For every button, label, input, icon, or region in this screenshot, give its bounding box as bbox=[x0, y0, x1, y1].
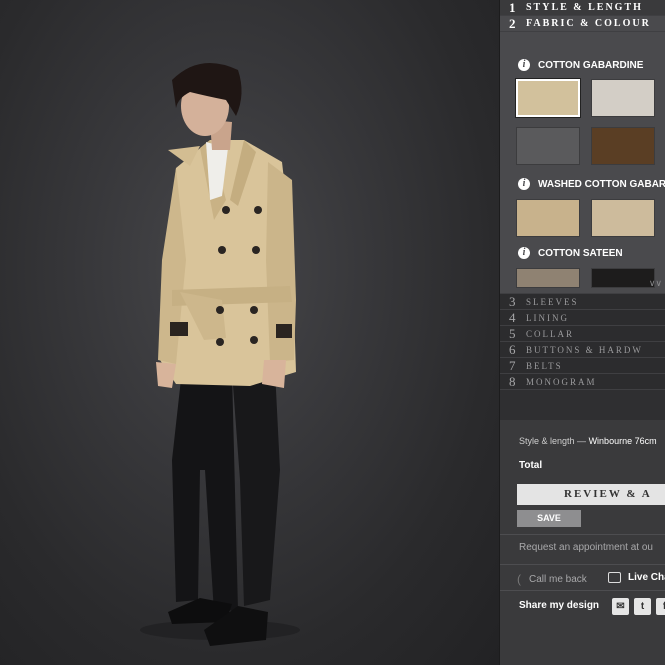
live-chat-link[interactable]: Live Cha bbox=[608, 572, 665, 583]
fabric-swatch[interactable] bbox=[591, 268, 655, 288]
scroll-down-icon[interactable]: ∨∨ bbox=[649, 278, 662, 289]
phone-icon: ( bbox=[517, 572, 521, 586]
fabric-group-name: COTTON SATEEN bbox=[538, 247, 623, 259]
step-number: 8 bbox=[509, 373, 516, 389]
chat-bubble-icon bbox=[608, 572, 621, 583]
fabric-swatch[interactable] bbox=[516, 127, 580, 165]
step-fabric-colour[interactable]: 2 Fabric & Colour bbox=[500, 16, 665, 32]
twitter-icon[interactable]: t bbox=[634, 598, 651, 615]
step-number: 4 bbox=[509, 309, 516, 325]
fabric-swatch[interactable] bbox=[591, 199, 655, 237]
step-label: Buttons & Hardw bbox=[526, 344, 643, 355]
step-number: 2 bbox=[509, 15, 516, 31]
step-lining[interactable]: 4 Lining bbox=[500, 310, 665, 326]
fabric-group-heading: i WASHED COTTON GABARDI bbox=[518, 178, 665, 190]
email-icon[interactable]: ✉ bbox=[612, 598, 629, 615]
step-style-length[interactable]: 1 Style & Length bbox=[500, 0, 665, 16]
fabric-swatch[interactable] bbox=[516, 79, 580, 117]
step-label: Sleeves bbox=[526, 296, 579, 307]
fabric-swatch[interactable] bbox=[591, 127, 655, 165]
call-me-back-link[interactable]: ( Call me back bbox=[517, 572, 587, 586]
configurator-panel: 1 Style & Length 2 Fabric & Colour i COT… bbox=[499, 0, 665, 665]
fabric-selector: i COTTON GABARDINE i WASHED COTTON GABAR… bbox=[500, 32, 665, 294]
fabric-swatch[interactable] bbox=[516, 199, 580, 237]
step-number: 5 bbox=[509, 325, 516, 341]
info-icon[interactable]: i bbox=[518, 247, 530, 259]
fabric-group-name: COTTON GABARDINE bbox=[538, 59, 644, 71]
request-appointment-link[interactable]: Request an appointment at ou bbox=[519, 542, 653, 553]
total-label: Total bbox=[519, 460, 543, 471]
fabric-group-heading: i COTTON SATEEN bbox=[518, 247, 623, 259]
call-me-back-label: Call me back bbox=[529, 573, 587, 585]
fabric-group-name: WASHED COTTON GABARDI bbox=[538, 178, 665, 190]
model-preview bbox=[0, 0, 499, 665]
step-collar[interactable]: 5 Collar bbox=[500, 326, 665, 342]
trench-coat-model-illustration bbox=[140, 62, 300, 646]
fabric-swatch[interactable] bbox=[591, 79, 655, 117]
facebook-icon[interactable]: f bbox=[656, 598, 665, 615]
divider bbox=[500, 534, 665, 535]
summary-style-label: Style & length — bbox=[519, 436, 587, 446]
fabric-swatch[interactable] bbox=[516, 268, 580, 288]
step-monogram[interactable]: 8 Monogram bbox=[500, 374, 665, 390]
review-button[interactable]: REVIEW & A bbox=[517, 484, 665, 505]
summary-style-line: Style & length — Winbourne 76cm bbox=[519, 436, 657, 446]
step-label: Lining bbox=[526, 312, 569, 323]
step-sleeves[interactable]: 3 Sleeves bbox=[500, 294, 665, 310]
step-number: 7 bbox=[509, 357, 516, 373]
fabric-group-heading: i COTTON GABARDINE bbox=[518, 59, 643, 71]
step-number: 3 bbox=[509, 293, 516, 309]
info-icon[interactable]: i bbox=[518, 178, 530, 190]
step-number: 1 bbox=[509, 0, 516, 15]
summary-style-value: Winbourne 76cm bbox=[588, 436, 657, 446]
step-belts[interactable]: 7 Belts bbox=[500, 358, 665, 374]
step-buttons-hardware[interactable]: 6 Buttons & Hardw bbox=[500, 342, 665, 358]
save-button[interactable]: SAVE bbox=[517, 510, 581, 527]
step-label: Collar bbox=[526, 328, 574, 339]
step-label: Belts bbox=[526, 360, 563, 371]
order-summary: Style & length — Winbourne 76cm Total RE… bbox=[500, 420, 665, 665]
share-my-design-label: Share my design bbox=[519, 600, 600, 611]
divider bbox=[500, 564, 665, 565]
divider bbox=[500, 590, 665, 591]
step-label: Style & Length bbox=[526, 2, 643, 13]
info-icon[interactable]: i bbox=[518, 59, 530, 71]
live-chat-label: Live Cha bbox=[628, 572, 665, 583]
step-label: Fabric & Colour bbox=[526, 18, 651, 29]
step-number: 6 bbox=[509, 341, 516, 357]
step-label: Monogram bbox=[526, 376, 597, 387]
